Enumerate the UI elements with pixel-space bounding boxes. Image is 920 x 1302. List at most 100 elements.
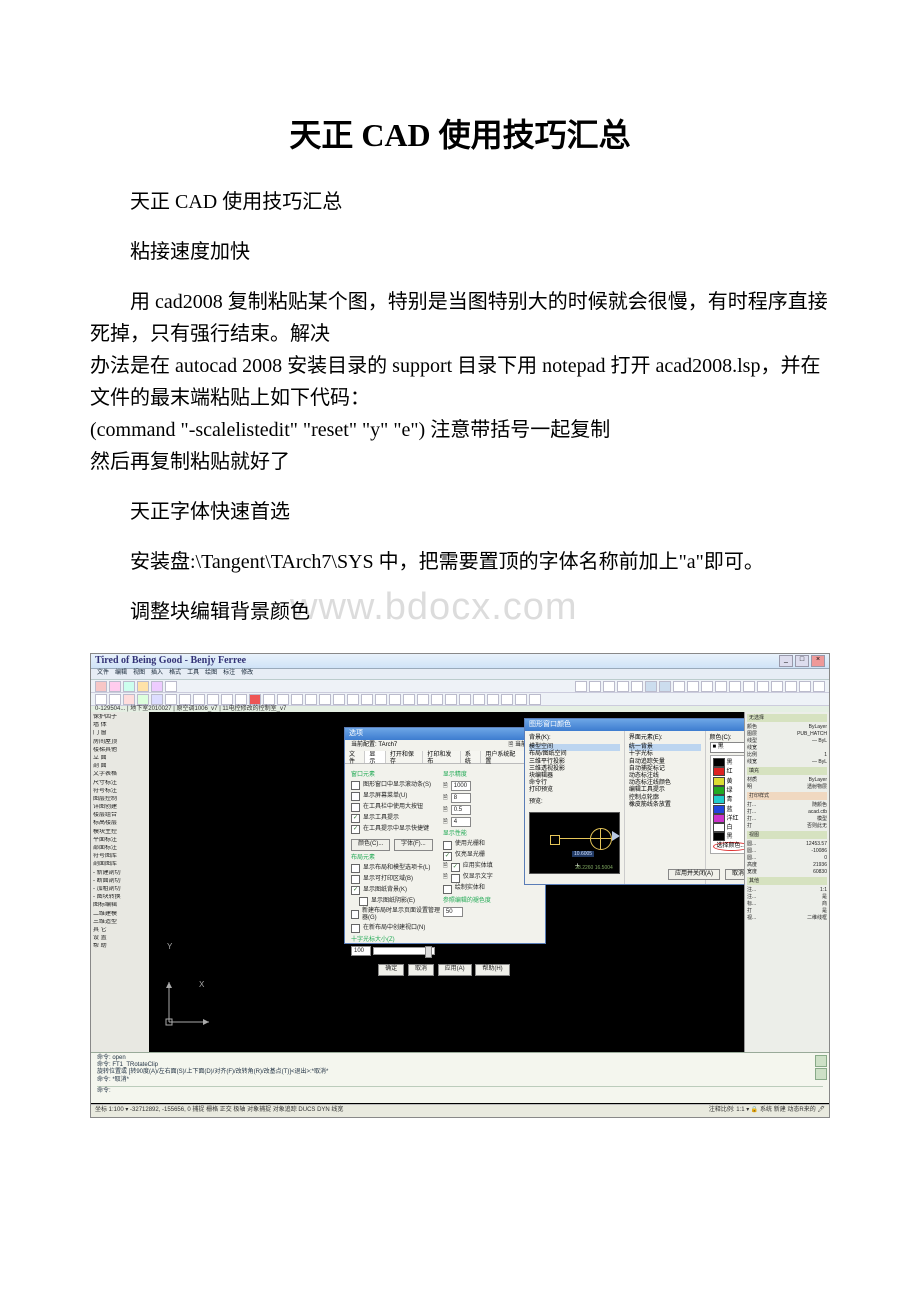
tree-item[interactable]: - 断面剖切 [93, 878, 151, 885]
tree-item[interactable]: 标高楼层 [93, 820, 151, 827]
element-item[interactable]: 自动捕捉标记 [629, 766, 701, 773]
element-item[interactable]: 控制点轮廓 [629, 795, 701, 802]
property-row[interactable]: 注...1:1 [747, 887, 827, 893]
cancel-button[interactable]: 取消 [408, 964, 434, 975]
section-1-heading: 粘接速度加快 [90, 236, 830, 268]
context-item[interactable]: 打印预览 [529, 787, 620, 794]
window-title: Tired of Being Good - Benjy Ferree [95, 655, 246, 667]
options-tab[interactable]: 用户系统配置 [481, 751, 524, 763]
property-row[interactable]: 高度21936 [747, 862, 827, 868]
tree-item[interactable]: 立 面 [93, 755, 151, 762]
ok-button[interactable]: 确定 [378, 964, 404, 975]
tree-item[interactable]: 文字表格 [93, 771, 151, 778]
tree-item[interactable]: - 新建剖切 [93, 870, 151, 877]
options-tab[interactable]: 显示 [365, 751, 385, 763]
tree-item[interactable]: 二维建模 [93, 911, 151, 918]
tree-item[interactable]: - 图块转换 [93, 894, 151, 901]
tree-item[interactable]: 设 置 [93, 935, 151, 942]
element-item[interactable]: 十字光标 [629, 751, 701, 758]
status-right: 注释比例: 1:1 ▾ 🔒 系统 新建 动态R来的 🖊 [709, 1107, 825, 1114]
tree-item[interactable]: 楼梯其他 [93, 747, 151, 754]
tree-item[interactable]: 楼层组合 [93, 812, 151, 819]
tree-item[interactable]: 部面标注 [93, 845, 151, 852]
context-item[interactable]: 三维透视投影 [529, 766, 620, 773]
property-row[interactable]: 打...模型 [747, 816, 827, 822]
options-dialog-title: 选项 [345, 728, 545, 740]
options-tab[interactable]: 系统 [461, 751, 481, 763]
font-button[interactable]: 字体(F)... [394, 839, 433, 850]
tree-item[interactable]: 门 窗 [93, 730, 151, 737]
property-row[interactable]: 明透射物层 [747, 784, 827, 790]
options-dialog: 选项 当前配置: TArch7 🗎 当前图形 文件显示打开和保存打印和发布系统用… [344, 727, 546, 944]
tree-item[interactable]: 符号标注 [93, 788, 151, 795]
tree-item[interactable]: 符号图库 [93, 853, 151, 860]
apply-close-button[interactable]: 应用并关闭(A) [668, 869, 720, 880]
color-button[interactable]: 颜色(C)... [351, 839, 390, 850]
toolbar-2[interactable] [91, 693, 829, 706]
minimize-button[interactable]: _ [779, 655, 793, 667]
tree-item[interactable]: 模块主控 [93, 829, 151, 836]
status-left: 坐标 1:100 ▾ -32712892, -155656, 0 捕捉 栅格 正… [95, 1107, 343, 1114]
property-row[interactable]: 标...商 [747, 901, 827, 907]
tree-item[interactable]: 三维造型 [93, 919, 151, 926]
tree-item[interactable]: 尺寸标注 [93, 780, 151, 787]
help-button[interactable]: 帮助(H) [475, 964, 509, 975]
property-row[interactable]: 线宽 [747, 745, 827, 751]
property-row[interactable]: 视...二维线框 [747, 915, 827, 921]
left-panel[interactable]: 保护因子墙 体门 窗房间屋顶楼梯其他立 面剖 面文字表格尺寸标注符号标注图层控制… [91, 712, 154, 1055]
tree-item[interactable]: 图标编辑 [93, 902, 151, 909]
tree-item[interactable]: 剖 面 [93, 763, 151, 770]
property-row[interactable]: 打是 [747, 908, 827, 914]
tree-item[interactable]: 剖面图库 [93, 861, 151, 868]
drawing-area[interactable]: Y X 选项 当前配置: TArch7 🗎 当前图形 文件显示打开和保存打印和发… [149, 712, 749, 1055]
maximize-button[interactable]: □ [795, 655, 809, 667]
tree-item[interactable]: 详图创建 [93, 804, 151, 811]
property-row[interactable]: 材质ByLayer [747, 777, 827, 783]
main-area: 保护因子墙 体门 窗房间屋顶楼梯其他立 面剖 面文字表格尺寸标注符号标注图层控制… [91, 712, 829, 1055]
tree-item[interactable]: 图层控制 [93, 796, 151, 803]
property-row[interactable]: 注...是 [747, 894, 827, 900]
property-row[interactable]: 图层PUB_HATCH [747, 731, 827, 737]
property-row[interactable]: 圆...0 [747, 855, 827, 861]
scroll-down-button[interactable] [815, 1068, 827, 1080]
property-row[interactable]: 圆...12453.57 [747, 841, 827, 847]
p1-line1: 用 cad2008 复制粘贴某个图，特别是当图特别大的时候就会很慢，有时程序直接… [90, 286, 830, 350]
cad-screenshot: Tired of Being Good - Benjy Ferree _ □ ×… [90, 653, 830, 1118]
tree-item[interactable]: 墙 体 [93, 722, 151, 729]
scroll-up-button[interactable] [815, 1055, 827, 1067]
context-item[interactable]: 布局/图纸空间 [529, 751, 620, 758]
options-tab[interactable]: 打印和发布 [423, 751, 461, 763]
options-tab[interactable]: 打开和保存 [386, 751, 424, 763]
tree-item[interactable]: 平面标注 [93, 837, 151, 844]
toolbar-1[interactable] [91, 680, 829, 693]
property-row[interactable]: 打...随颜色 [747, 802, 827, 808]
property-row[interactable]: 颜色ByLayer [747, 724, 827, 730]
command-area[interactable]: 命令: open 命令: FT1_TRotateClip 旋转位置或 [转90度… [91, 1052, 829, 1103]
options-tabs[interactable]: 文件显示打开和保存打印和发布系统用户系统配置草图 [345, 751, 545, 764]
property-row[interactable]: 线型— ByL [747, 738, 827, 744]
property-row[interactable]: 线宽— ByL [747, 759, 827, 765]
status-bar: 坐标 1:100 ▾ -32712892, -155656, 0 捕捉 栅格 正… [91, 1104, 829, 1117]
properties-panel[interactable]: 无选择 颜色ByLayer图层PUB_HATCH线型— ByL线宽比例1线宽— … [744, 712, 829, 1055]
element-item[interactable]: 编辑工具提示 [629, 787, 701, 794]
menubar[interactable]: 文件编辑视图插入格式工具绘图标注修改 [91, 669, 829, 680]
section-3-heading: 调整块编辑背景颜色 [90, 596, 830, 628]
apply-button[interactable]: 应用(A) [438, 964, 472, 975]
tree-item[interactable]: - 加粗剖切 [93, 886, 151, 893]
tree-item[interactable]: 帮 助 [93, 943, 151, 950]
property-row[interactable]: 宽度60830 [747, 869, 827, 875]
context-item[interactable]: 三维平行投影 [529, 759, 620, 766]
tree-item[interactable]: 保护因子 [93, 714, 151, 721]
doc-title: 天正 CAD 使用技巧汇总 [90, 110, 830, 156]
element-item[interactable]: 橡皮筋线条放置 [629, 802, 701, 809]
options-tab[interactable]: 文件 [345, 751, 365, 763]
property-row[interactable]: 比例1 [747, 752, 827, 758]
tree-item[interactable]: 房间屋顶 [93, 739, 151, 746]
p1-line3: (command "-scalelistedit" "reset" "y" "e… [90, 414, 830, 446]
close-button[interactable]: × [811, 655, 825, 667]
property-row[interactable]: 圆...-10086 [747, 848, 827, 854]
tree-item[interactable]: 其 它 [93, 927, 151, 934]
property-row[interactable]: 打否则此无 [747, 823, 827, 829]
element-item[interactable]: 自动追踪矢量 [629, 759, 701, 766]
property-row[interactable]: 打...acad.ctb [747, 809, 827, 815]
